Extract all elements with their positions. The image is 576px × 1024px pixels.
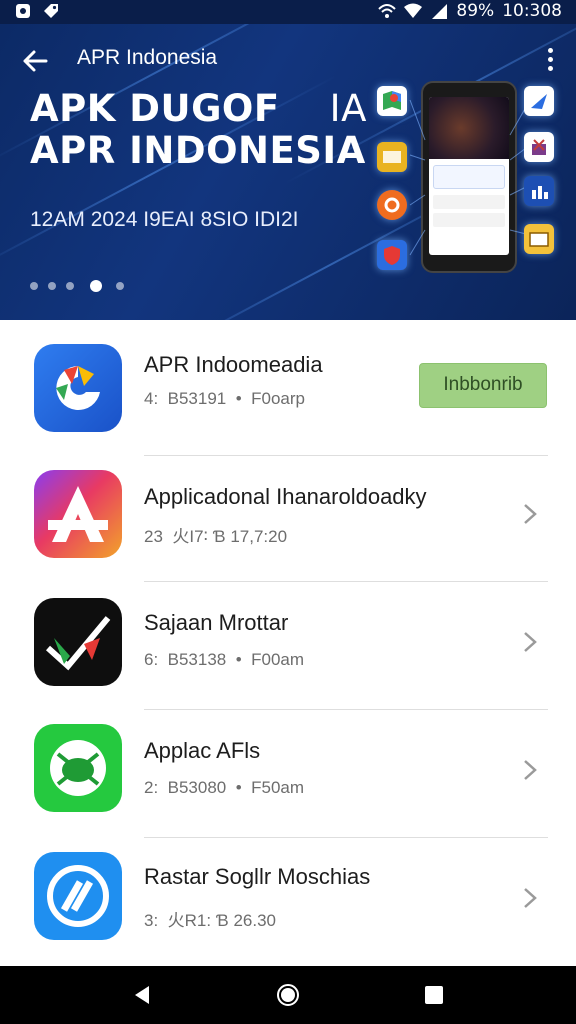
app-name: Applac AFls	[144, 738, 261, 763]
apr-logo-icon	[34, 344, 122, 432]
status-bar: 89% 10:308	[0, 0, 576, 24]
carousel-indicator	[30, 280, 124, 292]
wifi-icon	[404, 2, 423, 20]
app-meta: 6: B53138 • F00am	[144, 650, 305, 669]
maps-icon	[377, 86, 407, 116]
chevron-right-icon[interactable]	[522, 630, 538, 654]
divider	[144, 455, 548, 456]
list-item[interactable]: Applicadonal Ihanaroldoadky 23 火I7∶ Ɓ 17…	[0, 460, 576, 588]
carousel-dot[interactable]	[66, 282, 74, 290]
app-name: Rastar Sogllr Moschias	[144, 864, 371, 889]
shield-icon	[377, 240, 407, 270]
clock: 10:308	[502, 1, 562, 21]
chevron-right-icon[interactable]	[522, 502, 538, 526]
list-item[interactable]: Rastar Sogllr Moschias 3: 火R1: Ɓ 26.30	[0, 844, 576, 972]
hero-title-line2: APR INDONESIA	[30, 129, 366, 172]
page-title: APR Indonesia	[77, 46, 218, 69]
chevron-right-icon[interactable]	[522, 758, 538, 782]
home-nav-icon[interactable]	[276, 983, 300, 1007]
app-meta: 4: B53191 • F0oarp	[144, 389, 305, 408]
bug-logo-icon	[34, 724, 122, 812]
hero-title-line1-suffix: IA	[329, 87, 367, 130]
install-button[interactable]: Inbbonrib	[419, 363, 547, 408]
list-item[interactable]: APR Indoomeadia 4: B53191 • F0oarp Inbbo…	[0, 320, 576, 448]
system-nav-bar	[0, 966, 576, 1024]
hero-title-line1: APK DUGOF	[30, 87, 280, 130]
wallet-icon	[524, 224, 554, 254]
hero-title: APK DUGOF IA APR INDONESIA	[30, 88, 367, 172]
chevron-right-icon[interactable]	[522, 886, 538, 910]
app-meta: 3: 火R1: Ɓ 26.30	[144, 911, 276, 930]
chart-icon	[524, 176, 554, 206]
back-arrow-icon[interactable]	[20, 46, 50, 76]
circle-slash-logo-icon	[34, 852, 122, 940]
settings-icon	[377, 190, 407, 220]
tag-icon	[42, 2, 60, 20]
carousel-dot-active[interactable]	[90, 280, 102, 292]
app-meta: 2: B53080 • F50am	[144, 778, 305, 797]
list-item[interactable]: Applac AFls 2: B53080 • F50am	[0, 716, 576, 844]
app-name: APR Indoomeadia	[144, 352, 323, 377]
a-letter-logo-icon	[34, 470, 122, 558]
back-nav-icon[interactable]	[130, 983, 154, 1007]
wifi-calling-icon	[378, 2, 397, 20]
gift-icon	[524, 132, 554, 162]
carousel-dot[interactable]	[116, 282, 124, 290]
notification-icon	[14, 2, 32, 20]
recents-nav-icon[interactable]	[422, 983, 446, 1007]
checkmark-logo-icon	[34, 598, 122, 686]
app-name: Sajaan Mrottar	[144, 610, 289, 635]
app-meta: 23 火I7∶ Ɓ 17,7:20	[144, 527, 288, 546]
app-name: Applicadonal Ihanaroldoadky	[144, 484, 427, 509]
signal-icon	[430, 2, 448, 20]
share-icon	[524, 86, 554, 116]
carousel-dot[interactable]	[30, 282, 38, 290]
divider	[144, 709, 548, 710]
more-options-icon[interactable]	[544, 46, 556, 74]
battery-level: 89%	[456, 1, 495, 21]
hero-subtitle: 12AM 2024 I9EAI 8SIO IDI2I	[30, 208, 299, 231]
divider	[144, 581, 548, 582]
carousel-dot[interactable]	[48, 282, 56, 290]
app-list: APR Indoomeadia 4: B53191 • F0oarp Inbbo…	[0, 320, 576, 966]
list-item[interactable]: Sajaan Mrottar 6: B53138 • F00am	[0, 588, 576, 716]
divider	[144, 837, 548, 838]
mail-icon	[377, 142, 407, 172]
